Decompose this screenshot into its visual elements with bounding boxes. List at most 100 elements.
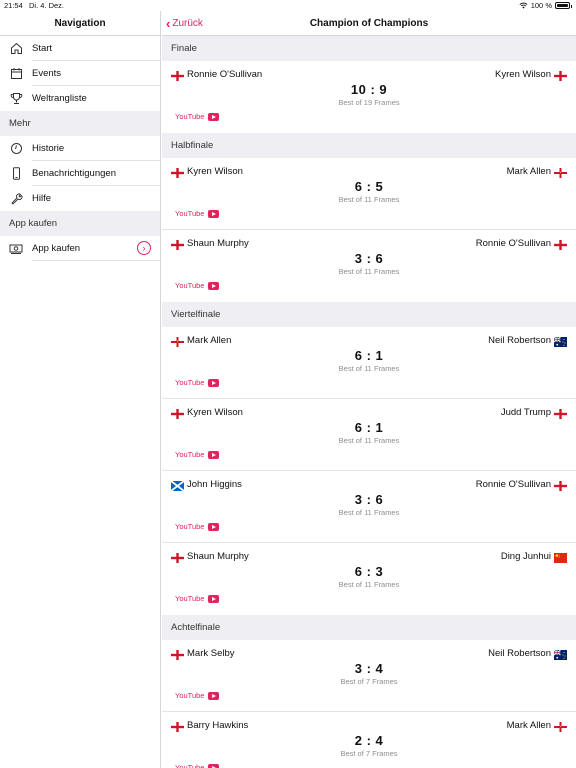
best-of-label: Best of 11 Frames <box>338 364 400 373</box>
player1-name: Kyren Wilson <box>187 166 243 177</box>
match-row[interactable]: Kyren Wilson Judd Trump 6 : 1 Best of 11 Fr… <box>162 399 576 471</box>
match-row[interactable]: Ronnie O'Sullivan Kyren Wilson 10 : 9 Best … <box>162 61 576 133</box>
match-score: 10 : 9 <box>350 82 388 97</box>
sidebar-title: Navigation <box>0 11 160 36</box>
match-row[interactable]: Kyren Wilson Mark Allen 6 : 5 Best of 11 Fr… <box>162 158 576 230</box>
sidebar-item-label: Historie <box>32 143 65 154</box>
england-flag-icon <box>171 550 184 563</box>
youtube-link[interactable]: YouTube <box>175 378 220 387</box>
status-bar: 21:54 Di. 4. Dez. 100 % <box>0 0 576 11</box>
wrench-icon <box>9 192 23 206</box>
sidebar-item-weltrangliste[interactable]: Weltrangliste <box>0 86 160 111</box>
player2-name: Kyren Wilson <box>495 69 551 80</box>
youtube-link[interactable]: YouTube <box>175 281 220 290</box>
youtube-play-icon <box>208 281 220 290</box>
match-row[interactable]: Mark Allen Neil Robertson 6 : 1 Best of 11 … <box>162 327 576 399</box>
player1-name: Ronnie O'Sullivan <box>187 69 263 80</box>
match-score: 6 : 5 <box>354 179 384 194</box>
youtube-label: YouTube <box>175 209 205 218</box>
match-score: 3 : 6 <box>354 251 384 266</box>
youtube-label: YouTube <box>175 112 205 121</box>
match-row[interactable]: Shaun Murphy Ronnie O'Sullivan 3 : 6 Best o… <box>162 230 576 302</box>
northern-ireland-flag-icon <box>171 334 184 347</box>
page-title: Champion of Champions <box>309 18 429 29</box>
sidebar-item-label: Start <box>32 43 53 54</box>
navigation-bar: ‹ Zurück Champion of Champions <box>162 11 576 36</box>
player1-name: Barry Hawkins <box>187 720 249 731</box>
australia-flag-icon <box>553 334 567 347</box>
youtube-link[interactable]: YouTube <box>175 112 220 121</box>
youtube-play-icon <box>208 112 220 121</box>
best-of-label: Best of 11 Frames <box>338 195 400 204</box>
status-date: Di. 4. Dez. <box>29 1 65 10</box>
youtube-label: YouTube <box>175 281 205 290</box>
best-of-label: Best of 19 Frames <box>338 98 400 107</box>
status-time: 21:54 <box>4 1 23 10</box>
back-button[interactable]: ‹ Zurück <box>166 11 203 36</box>
youtube-label: YouTube <box>175 378 205 387</box>
player2-name: Neil Robertson <box>488 648 551 659</box>
section-header: Achtelfinale <box>162 615 576 640</box>
england-flag-icon <box>171 719 184 732</box>
youtube-play-icon <box>208 450 220 459</box>
chevron-left-icon: ‹ <box>166 16 171 31</box>
northern-ireland-flag-icon <box>554 719 567 732</box>
england-flag-icon <box>554 478 567 491</box>
best-of-label: Best of 11 Frames <box>338 267 400 276</box>
youtube-label: YouTube <box>175 522 205 531</box>
chevron-right-icon[interactable]: › <box>137 241 151 255</box>
trophy-icon <box>9 92 23 106</box>
youtube-play-icon <box>208 594 220 603</box>
best-of-label: Best of 11 Frames <box>338 436 400 445</box>
player2-name: Ronnie O'Sullivan <box>475 238 551 249</box>
best-of-label: Best of 7 Frames <box>340 749 398 758</box>
player1-name: Mark Selby <box>187 648 235 659</box>
sidebar-item-start[interactable]: Start <box>0 36 160 61</box>
match-score: 6 : 3 <box>354 564 384 579</box>
match-row[interactable]: Shaun Murphy Ding Junhui 6 : 3 Best of 11 F… <box>162 543 576 615</box>
sidebar-item-hilfe[interactable]: Hilfe <box>0 186 160 211</box>
sidebar-item-label: Weltrangliste <box>32 93 87 104</box>
sidebar-section-more: Mehr <box>0 111 160 136</box>
youtube-link[interactable]: YouTube <box>175 763 220 768</box>
youtube-link[interactable]: YouTube <box>175 209 220 218</box>
match-row[interactable]: John Higgins Ronnie O'Sullivan 3 : 6 Best o… <box>162 471 576 543</box>
rounds-list[interactable]: Finale Ronnie O'Sullivan Kyren Wilson 10 : … <box>162 36 576 768</box>
australia-flag-icon <box>553 647 567 660</box>
player2-name: Mark Allen <box>506 166 551 177</box>
best-of-label: Best of 7 Frames <box>340 677 398 686</box>
england-flag-icon <box>554 237 567 250</box>
back-label: Zurück <box>172 18 203 29</box>
player2-name: Mark Allen <box>506 720 551 731</box>
match-row[interactable]: Mark Selby Neil Robertson 3 : 4 Best of 7 F… <box>162 640 576 712</box>
youtube-play-icon <box>208 691 220 700</box>
england-flag-icon <box>171 406 184 419</box>
youtube-label: YouTube <box>175 691 205 700</box>
player1-name: Shaun Murphy <box>187 551 249 562</box>
england-flag-icon <box>171 165 184 178</box>
section-header: Viertelfinale <box>162 302 576 327</box>
england-flag-icon <box>554 68 567 81</box>
wifi-icon <box>519 2 528 9</box>
youtube-link[interactable]: YouTube <box>175 594 220 603</box>
china-flag-icon <box>554 550 567 563</box>
home-icon <box>9 42 23 56</box>
sidebar: Navigation Start Events Weltrangliste Me… <box>0 11 161 768</box>
match-score: 6 : 1 <box>354 348 384 363</box>
youtube-play-icon <box>208 209 220 218</box>
battery-percent: 100 % <box>530 1 552 10</box>
youtube-link[interactable]: YouTube <box>175 522 220 531</box>
sidebar-item-events[interactable]: Events <box>0 61 160 86</box>
best-of-label: Best of 11 Frames <box>338 508 400 517</box>
youtube-link[interactable]: YouTube <box>175 691 220 700</box>
player1-name: Mark Allen <box>187 335 232 346</box>
sidebar-item-label: Hilfe <box>32 193 52 204</box>
sidebar-item-historie[interactable]: Historie <box>0 136 160 161</box>
section-header: Halbfinale <box>162 133 576 158</box>
match-row[interactable]: Barry Hawkins Mark Allen 2 : 4 Best of 7 Fr… <box>162 712 576 768</box>
sidebar-item-benachrichtigungen[interactable]: Benachrichtigungen <box>0 161 160 186</box>
england-flag-icon <box>171 68 184 81</box>
youtube-link[interactable]: YouTube <box>175 450 220 459</box>
sidebar-item-app-kaufen[interactable]: App kaufen › <box>0 236 160 261</box>
player2-name: Ding Junhui <box>500 551 551 562</box>
